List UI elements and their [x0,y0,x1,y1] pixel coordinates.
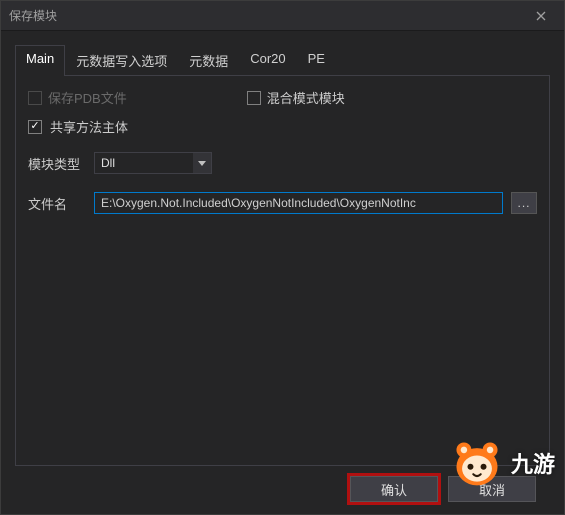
save-pdb-checkbox [28,91,42,105]
window-title: 保存模块 [9,7,526,24]
file-name-row: 文件名 ... [28,192,537,214]
share-method-body-checkbox[interactable] [28,120,42,134]
share-method-body-label: 共享方法主体 [50,117,128,136]
tab-pe[interactable]: PE [297,45,336,76]
cancel-button[interactable]: 取消 [448,476,536,502]
mixed-mode-label: 混合模式模块 [267,88,345,107]
checkbox-row-2: 共享方法主体 [28,117,537,136]
save-pdb-label: 保存PDB文件 [48,88,127,107]
checkbox-row-1: 保存PDB文件 混合模式模块 [28,88,537,107]
tab-metadata[interactable]: 元数据 [178,45,239,76]
chevron-down-icon [193,153,211,173]
panel-spacer [28,224,537,453]
module-type-value: Dll [95,156,193,170]
mixed-mode-checkbox[interactable] [247,91,261,105]
tab-bar: Main 元数据写入选项 元数据 Cor20 PE [15,45,550,76]
file-name-input[interactable] [94,192,503,214]
ok-button[interactable]: 确认 [350,476,438,502]
close-icon [536,11,546,21]
module-type-select[interactable]: Dll [94,152,212,174]
main-panel: 保存PDB文件 混合模式模块 共享方法主体 模块类型 Dll [15,76,550,466]
tab-metadata-write-options[interactable]: 元数据写入选项 [65,45,178,76]
tab-cor20[interactable]: Cor20 [239,45,296,76]
titlebar: 保存模块 [1,1,564,31]
button-bar: 确认 取消 [15,466,550,514]
module-type-label: 模块类型 [28,154,86,173]
content-area: Main 元数据写入选项 元数据 Cor20 PE 保存PDB文件 混合模式模块… [1,31,564,514]
close-button[interactable] [526,1,556,31]
module-type-row: 模块类型 Dll [28,152,537,174]
tab-main[interactable]: Main [15,45,65,76]
file-name-label: 文件名 [28,194,86,213]
browse-button[interactable]: ... [511,192,537,214]
save-module-dialog: 保存模块 Main 元数据写入选项 元数据 Cor20 PE 保存PDB文件 混… [0,0,565,515]
